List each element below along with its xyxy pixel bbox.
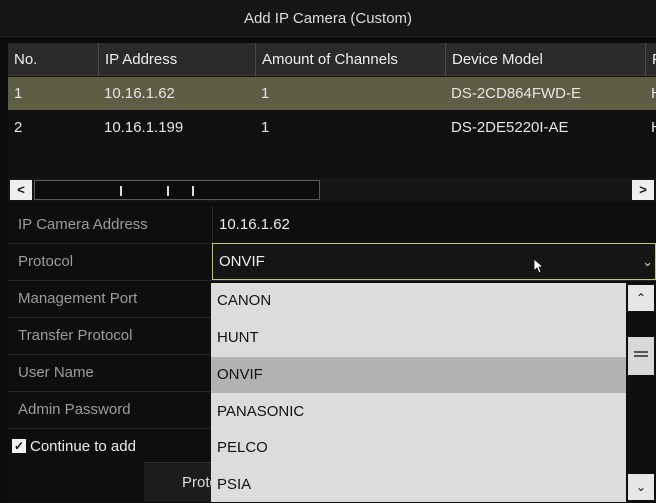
- scrollbar-thumb[interactable]: [34, 180, 320, 200]
- col-header-channels[interactable]: Amount of Channels: [255, 43, 445, 76]
- chevron-down-icon[interactable]: ⌄: [628, 474, 654, 500]
- dropdown-scroll-thumb[interactable]: [628, 337, 654, 375]
- dialog-title: Add IP Camera (Custom): [0, 0, 656, 37]
- cell-no: 1: [14, 85, 23, 102]
- dropdown-option[interactable]: PSIA: [211, 467, 626, 503]
- col-header-model[interactable]: Device Model: [445, 43, 645, 76]
- continue-label: Continue to add: [30, 438, 136, 455]
- camera-table: No. IP Address Amount of Channels Device…: [8, 43, 656, 178]
- cell-channels: 1: [261, 119, 270, 136]
- chevron-down-icon: ⌄: [642, 254, 653, 269]
- continue-checkbox[interactable]: ✓: [12, 439, 26, 453]
- dropdown-option-selected[interactable]: ONVIF: [211, 357, 626, 393]
- dropdown-option[interactable]: CANON: [211, 283, 626, 319]
- protocol-select[interactable]: ONVIF ⌄: [212, 243, 656, 280]
- table-row[interactable]: 1 10.16.1.62 1 DS-2CD864FWD-E H: [8, 77, 656, 110]
- grip-line: [192, 186, 194, 196]
- form-row-ip: IP Camera Address 10.16.1.62: [8, 206, 656, 244]
- transfer-protocol-label: Transfer Protocol: [18, 327, 133, 344]
- dropdown-scrollbar[interactable]: ⌃ ⌄: [626, 283, 656, 502]
- admin-password-label: Admin Password: [18, 401, 131, 418]
- grip-line: [120, 186, 122, 196]
- dropdown-option[interactable]: HUNT: [211, 320, 626, 356]
- cell-model: DS-2CD864FWD-E: [451, 85, 582, 102]
- cell-ip: 10.16.1.62: [104, 85, 175, 102]
- cell-no: 2: [14, 119, 23, 136]
- mgmt-port-label: Management Port: [18, 290, 138, 307]
- cell-extra: H: [645, 111, 656, 144]
- scroll-right-button[interactable]: >: [632, 180, 654, 200]
- scroll-left-button[interactable]: <: [10, 180, 32, 200]
- ip-address-field[interactable]: 10.16.1.62: [212, 206, 656, 243]
- protocol-label: Protocol: [18, 253, 74, 270]
- cell-model: DS-2DE5220I-AE: [451, 119, 569, 136]
- chevron-up-icon[interactable]: ⌃: [628, 285, 654, 311]
- dropdown-option[interactable]: PANASONIC: [211, 394, 626, 430]
- col-header-no[interactable]: No.: [8, 43, 98, 76]
- table-header: No. IP Address Amount of Channels Device…: [8, 43, 656, 76]
- protocol-select-value: ONVIF: [219, 253, 265, 270]
- col-header-extra[interactable]: F: [645, 43, 656, 76]
- cell-channels: 1: [261, 85, 270, 102]
- col-header-ip[interactable]: IP Address: [98, 43, 255, 76]
- mouse-cursor-icon: [534, 259, 545, 274]
- cell-ip: 10.16.1.199: [104, 119, 184, 136]
- user-name-label: User Name: [18, 364, 94, 381]
- horizontal-scrollbar[interactable]: < >: [8, 178, 656, 202]
- cell-extra: H: [645, 77, 656, 110]
- form-row-protocol: Protocol ONVIF ⌄: [8, 243, 656, 281]
- grip-line: [167, 186, 169, 196]
- protocol-dropdown: CANON HUNT ONVIF PANASONIC PELCO PSIA: [211, 283, 626, 502]
- table-row[interactable]: 2 10.16.1.199 1 DS-2DE5220I-AE H: [8, 111, 656, 144]
- dropdown-option[interactable]: PELCO: [211, 430, 626, 466]
- ip-address-label: IP Camera Address: [18, 216, 148, 233]
